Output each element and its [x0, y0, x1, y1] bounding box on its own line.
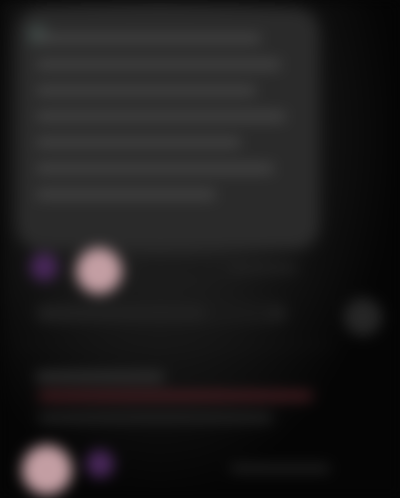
post-text-line	[36, 86, 256, 95]
avatar[interactable]	[76, 248, 122, 294]
comment-heading	[35, 372, 165, 382]
avatar[interactable]	[22, 445, 72, 495]
post-card	[18, 10, 318, 248]
post-caption-detail	[204, 308, 274, 318]
avatar[interactable]	[86, 450, 114, 478]
blurred-social-screen	[0, 0, 400, 498]
post-text-line	[36, 112, 286, 121]
post-text-line	[36, 190, 216, 199]
post-text-line	[36, 138, 241, 147]
post-text-line	[36, 34, 261, 43]
author-name	[140, 263, 210, 271]
post-meta	[228, 265, 298, 272]
more-options-icon[interactable]	[344, 298, 382, 336]
comment-link[interactable]	[38, 392, 313, 400]
post-text-line	[36, 164, 274, 173]
comment-meta	[230, 465, 330, 472]
comment-text	[38, 414, 273, 422]
post-text-line	[36, 60, 281, 69]
post-author-row[interactable]	[18, 243, 348, 297]
divider	[18, 346, 333, 347]
comment-author-row[interactable]	[18, 438, 348, 495]
avatar[interactable]	[30, 253, 58, 281]
